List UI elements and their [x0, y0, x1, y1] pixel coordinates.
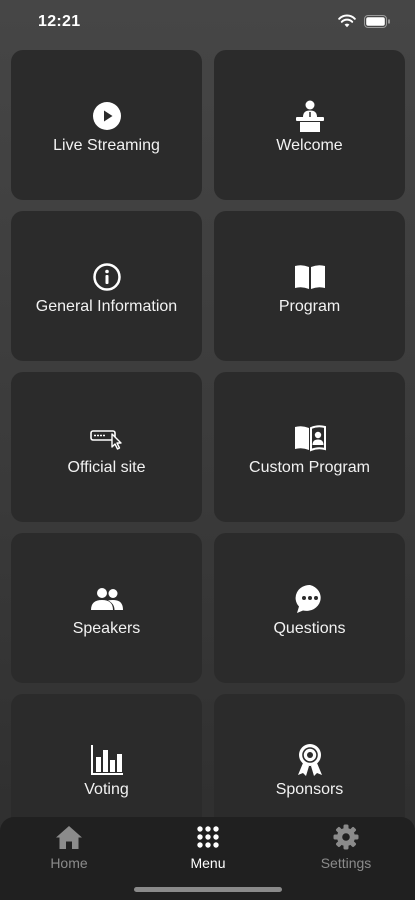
tile-label: Questions: [273, 620, 346, 637]
tile-label: Voting: [84, 781, 129, 798]
tile-label: Welcome: [276, 137, 343, 154]
battery-icon: [364, 14, 391, 33]
gear-icon: [333, 823, 359, 851]
bar-chart-icon: [90, 743, 124, 777]
tab-label: Home: [50, 855, 88, 871]
status-bar: 12:21: [0, 0, 415, 44]
wifi-icon: [338, 14, 356, 33]
tab-settings[interactable]: Settings: [286, 823, 406, 871]
bottom-tab-bar: Home Menu Settings: [0, 817, 415, 900]
open-book-icon: [293, 260, 327, 294]
chat-bubble-icon: [294, 582, 326, 616]
tab-menu[interactable]: Menu: [148, 823, 268, 871]
menu-grid: Live Streaming Welcome General Informati…: [11, 50, 405, 844]
tile-program[interactable]: Program: [214, 211, 405, 361]
tile-label: Program: [278, 298, 341, 315]
tile-label: Sponsors: [275, 781, 344, 798]
speaker-podium-icon: [293, 99, 327, 133]
tile-welcome[interactable]: Welcome: [214, 50, 405, 200]
play-circle-icon: [92, 99, 122, 133]
book-user-icon: [293, 421, 327, 455]
tile-official-site[interactable]: Official site: [11, 372, 202, 522]
tile-label: Custom Program: [249, 459, 370, 476]
tile-live-streaming[interactable]: Live Streaming: [11, 50, 202, 200]
home-icon: [55, 823, 83, 851]
status-icons: [338, 14, 391, 33]
tile-label: Official site: [67, 459, 146, 476]
tab-home[interactable]: Home: [9, 823, 129, 871]
users-icon: [90, 582, 124, 616]
home-indicator[interactable]: [134, 887, 282, 892]
website-cursor-icon: [89, 421, 124, 455]
tile-questions[interactable]: Questions: [214, 533, 405, 683]
tile-label: Speakers: [72, 620, 141, 637]
tile-general-information[interactable]: General Information: [11, 211, 202, 361]
info-circle-icon: [92, 260, 121, 294]
grid-dots-icon: [196, 823, 220, 851]
tile-label: General Information: [35, 298, 178, 315]
tile-custom-program[interactable]: Custom Program: [214, 372, 405, 522]
tile-speakers[interactable]: Speakers: [11, 533, 202, 683]
tab-label: Menu: [190, 855, 226, 871]
tile-label: Live Streaming: [53, 137, 160, 154]
tab-label: Settings: [320, 855, 372, 871]
award-medal-icon: [294, 743, 326, 777]
status-time: 12:21: [38, 13, 81, 30]
